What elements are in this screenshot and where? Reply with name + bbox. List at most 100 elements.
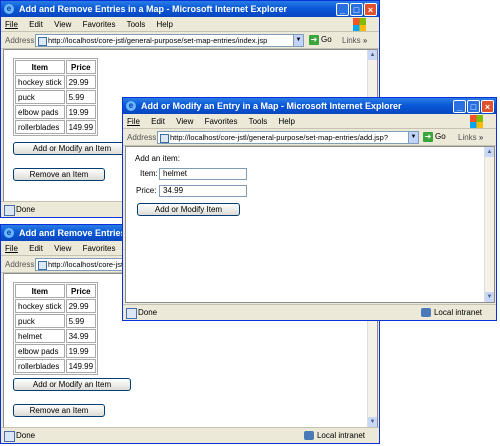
price-label: Price: bbox=[136, 186, 157, 195]
item-input[interactable]: helmet bbox=[159, 168, 247, 180]
cell-item: hockey stick bbox=[15, 75, 65, 89]
address-url: http://localhost/core-jstl/general-purpo… bbox=[170, 133, 389, 142]
minimize-button[interactable]: _ bbox=[453, 100, 466, 113]
scroll-down-icon[interactable]: ▼ bbox=[485, 292, 494, 302]
address-url: http://localhost/core-jstl/ bbox=[48, 260, 127, 269]
cell-price: 29.99 bbox=[65, 75, 97, 89]
remove-item-button[interactable]: Remove an Item bbox=[13, 404, 105, 417]
go-arrow-icon: ➜ bbox=[309, 35, 319, 45]
page-icon bbox=[38, 37, 47, 46]
status-text: Done bbox=[138, 308, 158, 317]
window-title: Add or Modify an Entry in a Map - Micros… bbox=[141, 101, 402, 111]
go-button[interactable]: ➜ Go bbox=[423, 132, 446, 142]
page-done-icon bbox=[4, 431, 15, 442]
add-modify-button[interactable]: Add or Modify an Item bbox=[13, 378, 131, 391]
cell-price: 34.99 bbox=[65, 329, 97, 343]
title-bar[interactable]: e Add or Modify an Entry in a Map - Micr… bbox=[123, 98, 496, 114]
menu-view[interactable]: View bbox=[54, 20, 71, 29]
menu-edit[interactable]: Edit bbox=[29, 244, 43, 253]
scroll-down-icon[interactable]: ▼ bbox=[368, 417, 377, 427]
cell-price: 29.99 bbox=[65, 299, 97, 313]
menu-favorites[interactable]: Favorites bbox=[205, 117, 238, 126]
go-label: Go bbox=[321, 35, 332, 44]
links-button[interactable]: Links » bbox=[458, 133, 483, 142]
security-zone: Local intranet bbox=[303, 428, 365, 443]
table-row: puck 5.99 bbox=[15, 90, 97, 104]
menu-file[interactable]: File bbox=[127, 117, 140, 126]
cell-price: 5.99 bbox=[65, 90, 97, 104]
vertical-scrollbar[interactable]: ▲ ▼ bbox=[484, 147, 494, 302]
go-button[interactable]: ➜ Go bbox=[309, 35, 332, 45]
cell-price: 19.99 bbox=[65, 344, 97, 358]
close-button[interactable]: × bbox=[481, 100, 494, 113]
add-modify-button[interactable]: Add or Modify an Item bbox=[13, 142, 131, 155]
go-arrow-icon: ➜ bbox=[423, 132, 433, 142]
menu-view[interactable]: View bbox=[176, 117, 193, 126]
links-button[interactable]: Links » bbox=[342, 36, 367, 45]
ie-icon: e bbox=[126, 101, 136, 111]
intranet-icon bbox=[303, 431, 314, 441]
scroll-up-icon[interactable]: ▲ bbox=[368, 50, 377, 60]
menu-edit[interactable]: Edit bbox=[151, 117, 165, 126]
windows-logo-icon bbox=[470, 115, 483, 128]
cell-item: hockey stick bbox=[15, 299, 65, 313]
menu-tools[interactable]: Tools bbox=[249, 117, 268, 126]
cell-item: puck bbox=[15, 314, 65, 328]
minimize-button[interactable]: _ bbox=[336, 3, 349, 16]
address-input[interactable]: http://localhost/core-jstl/general-purpo… bbox=[35, 34, 304, 47]
chevron-right-icon: » bbox=[362, 36, 368, 45]
cell-item: elbow pads bbox=[15, 105, 65, 119]
table-row: helmet 34.99 bbox=[15, 329, 97, 343]
window-title: Add and Remove Entries in a Map - Micros… bbox=[19, 4, 288, 14]
scroll-up-icon[interactable]: ▲ bbox=[485, 147, 494, 157]
price-table: Item Price hockey stick 29.99 puck 5.99 … bbox=[13, 58, 99, 136]
cell-price: 149.99 bbox=[65, 120, 97, 134]
column-header-item: Item bbox=[15, 60, 65, 74]
table-row: elbow pads 19.99 bbox=[15, 105, 97, 119]
table-row: hockey stick 29.99 bbox=[15, 75, 97, 89]
address-dropdown-icon[interactable]: ▼ bbox=[408, 131, 419, 144]
address-input[interactable]: http://localhost/core-jstl/ bbox=[35, 258, 135, 271]
close-button[interactable]: × bbox=[364, 3, 377, 16]
cell-item: puck bbox=[15, 90, 65, 104]
menu-help[interactable]: Help bbox=[279, 117, 295, 126]
status-text: Done bbox=[16, 205, 36, 214]
links-label: Links bbox=[458, 133, 477, 142]
cell-price: 5.99 bbox=[65, 314, 97, 328]
menu-file[interactable]: File bbox=[5, 20, 18, 29]
remove-item-button[interactable]: Remove an Item bbox=[13, 168, 105, 181]
zone-label: Local intranet bbox=[316, 431, 365, 440]
table-row: hockey stick 29.99 bbox=[15, 299, 97, 313]
security-zone: Local intranet bbox=[420, 305, 482, 320]
table-row: elbow pads 19.99 bbox=[15, 344, 97, 358]
submit-button[interactable]: Add or Modify Item bbox=[137, 203, 240, 216]
status-bar: Done Local intranet bbox=[1, 427, 379, 443]
menu-help[interactable]: Help bbox=[157, 20, 173, 29]
status-text: Done bbox=[16, 431, 36, 440]
price-table: Item Price hockey stick 29.99 puck 5.99 … bbox=[13, 282, 99, 375]
status-bar: Done Local intranet bbox=[123, 304, 496, 320]
column-header-price: Price bbox=[65, 60, 97, 74]
menu-file[interactable]: File bbox=[5, 244, 18, 253]
page-content: Add an item: Item: helmet Price: 34.99 A… bbox=[125, 146, 495, 303]
price-input[interactable]: 34.99 bbox=[159, 185, 247, 197]
address-label: Address bbox=[5, 36, 35, 45]
menu-favorites[interactable]: Favorites bbox=[83, 20, 116, 29]
cell-item: rollerblades bbox=[15, 120, 65, 134]
maximize-button[interactable]: □ bbox=[350, 3, 363, 16]
chevron-right-icon: » bbox=[478, 133, 484, 142]
address-input[interactable]: http://localhost/core-jstl/general-purpo… bbox=[157, 131, 419, 144]
page-done-icon bbox=[126, 308, 137, 319]
menu-favorites[interactable]: Favorites bbox=[83, 244, 116, 253]
address-dropdown-icon[interactable]: ▼ bbox=[293, 34, 304, 47]
menu-view[interactable]: View bbox=[54, 244, 71, 253]
maximize-button[interactable]: □ bbox=[467, 100, 480, 113]
menu-bar: File Edit View Favorites Tools Help bbox=[123, 114, 496, 129]
zone-label: Local intranet bbox=[433, 308, 482, 317]
menu-edit[interactable]: Edit bbox=[29, 20, 43, 29]
cell-price: 19.99 bbox=[65, 105, 97, 119]
address-label: Address bbox=[5, 260, 35, 269]
title-bar[interactable]: e Add and Remove Entries in a Map - Micr… bbox=[1, 1, 379, 17]
address-bar: Address http://localhost/core-jstl/gener… bbox=[123, 129, 496, 146]
menu-tools[interactable]: Tools bbox=[127, 20, 146, 29]
